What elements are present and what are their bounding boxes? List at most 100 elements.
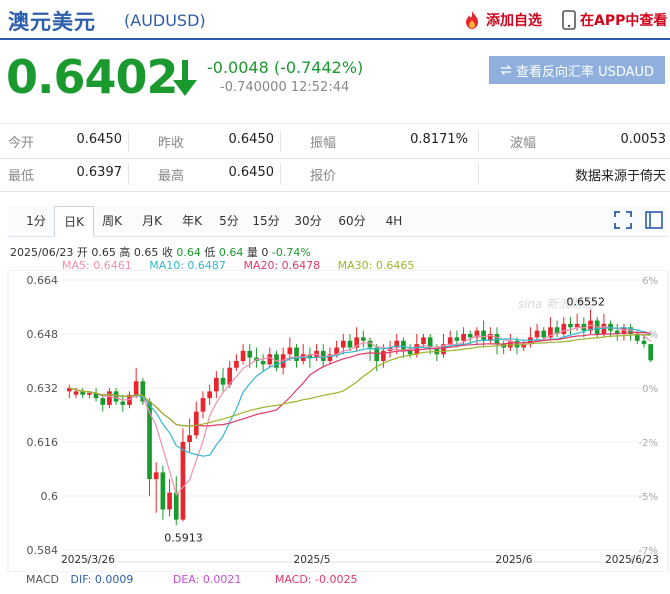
info-date: 2025/06/23 bbox=[10, 246, 74, 259]
tab-0[interactable]: 1分 bbox=[18, 206, 54, 236]
candle-body bbox=[287, 347, 293, 355]
y-tick-label: 0.648 bbox=[27, 328, 59, 341]
stat-label: 昨收 bbox=[158, 136, 185, 151]
header-divider bbox=[0, 38, 670, 40]
add-watchlist-button[interactable]: 添加自选 bbox=[462, 10, 542, 30]
info-open-label: 开 bbox=[76, 246, 88, 259]
stat-label: 今开 bbox=[8, 136, 35, 151]
macd-dea: DEA: 0.0021 bbox=[172, 573, 242, 586]
candle-body bbox=[561, 323, 567, 334]
add-watchlist-label: 添加自选 bbox=[486, 13, 542, 29]
settings-button[interactable] bbox=[644, 210, 664, 234]
candle-body bbox=[534, 330, 540, 338]
stat-separator bbox=[128, 130, 129, 152]
symbol-code: (AUDUSD) bbox=[124, 11, 206, 30]
stat-value: 0.6397 bbox=[76, 165, 123, 180]
candle-body bbox=[267, 354, 273, 365]
price-change: -0.0048 (-0.7442%) bbox=[207, 58, 364, 77]
fullscreen-icon bbox=[614, 211, 632, 229]
candle-body bbox=[220, 377, 226, 385]
candle-body bbox=[260, 361, 266, 365]
candle-body bbox=[120, 401, 126, 405]
price-sub-line: -0.740000 12:52:44 bbox=[220, 80, 350, 95]
y-right-tick-label: 0% bbox=[642, 384, 658, 395]
reverse-rate-button[interactable]: 查看反向汇率 USDAUD bbox=[489, 56, 665, 84]
candle-body bbox=[173, 492, 179, 520]
settings-panel-icon bbox=[645, 211, 663, 229]
candle-body bbox=[160, 472, 166, 510]
tab-3[interactable]: 月K bbox=[132, 206, 172, 236]
flame-icon bbox=[466, 11, 478, 29]
candle-body bbox=[207, 391, 212, 399]
y-tick-label: 0.6 bbox=[41, 490, 59, 503]
candle-body bbox=[648, 344, 653, 361]
candle-body bbox=[294, 347, 299, 361]
candle-body bbox=[447, 337, 453, 345]
candle-body bbox=[361, 337, 366, 341]
candle-body bbox=[541, 330, 547, 338]
info-percent: -0.74% bbox=[271, 246, 311, 259]
candle-body bbox=[180, 442, 186, 520]
stat-label: 最高 bbox=[158, 169, 185, 184]
tab-2[interactable]: 周K bbox=[92, 206, 132, 236]
candle-body bbox=[407, 350, 413, 355]
info-open: 0.65 bbox=[91, 246, 116, 259]
candlestick-chart[interactable]: 0.6640.6480.6320.6160.60.5846%2%0%-2%-5%… bbox=[0, 270, 670, 572]
open-in-app-label: 在APP中查看 bbox=[580, 13, 668, 29]
stat-value: 0.6450 bbox=[228, 165, 275, 180]
candle-body bbox=[87, 393, 92, 395]
macd-title: MACD bbox=[26, 573, 59, 586]
candle-body bbox=[187, 435, 192, 442]
tab-6[interactable]: 15分 bbox=[246, 206, 286, 236]
candle-body bbox=[641, 340, 647, 345]
y-tick-label: 0.584 bbox=[27, 544, 59, 557]
stat-value: 0.6450 bbox=[76, 132, 123, 147]
y-right-tick-label: -2% bbox=[639, 438, 658, 449]
tab-7[interactable]: 30分 bbox=[286, 206, 330, 236]
y-tick-label: 0.616 bbox=[27, 436, 59, 449]
y-tick-label: 0.632 bbox=[27, 382, 59, 395]
candle-body bbox=[461, 334, 466, 341]
y-right-tick-label: 6% bbox=[642, 276, 658, 287]
tab-4[interactable]: 年K bbox=[172, 206, 212, 236]
stats-row-1: 今开 0.6450 昨收 0.6450 振幅 0.8171% 波幅 0.0053 bbox=[0, 123, 670, 159]
phone-icon bbox=[562, 10, 576, 30]
candle-body bbox=[240, 350, 246, 361]
open-in-app-button[interactable]: 在APP中查看 bbox=[562, 10, 667, 30]
x-tick-label: 2025/3/26 bbox=[61, 554, 115, 566]
swap-icon bbox=[500, 65, 512, 75]
candle-body bbox=[167, 492, 172, 510]
tab-5[interactable]: 5分 bbox=[212, 206, 246, 236]
period-tabs: 1分 日K 周K 月K 年K 5分 15分 30分 60分 4H bbox=[8, 206, 668, 237]
stat-separator bbox=[478, 163, 479, 185]
candle-body bbox=[374, 347, 380, 361]
stats-row-2: 最低 0.6397 最高 0.6450 报价 数据来源于倚天 bbox=[0, 157, 670, 192]
candle-body bbox=[113, 391, 119, 402]
candle-body bbox=[107, 391, 112, 405]
candle-body bbox=[193, 411, 199, 436]
candle-body bbox=[454, 337, 460, 341]
stat-label: 报价 bbox=[310, 169, 337, 184]
candle-body bbox=[214, 377, 219, 392]
candle-body bbox=[200, 398, 206, 412]
candle-body bbox=[467, 334, 473, 338]
tab-9[interactable]: 4H bbox=[374, 206, 414, 236]
y-tick-label: 0.664 bbox=[27, 274, 59, 287]
tab-8[interactable]: 60分 bbox=[330, 206, 374, 236]
min-price-label: 0.5913 bbox=[164, 531, 203, 544]
stat-value: 0.8171% bbox=[410, 132, 468, 147]
y-right-tick-label: -5% bbox=[639, 492, 658, 503]
reverse-rate-label: 查看反向汇率 USDAUD bbox=[515, 64, 655, 80]
fullscreen-button[interactable] bbox=[614, 211, 632, 233]
candle-body bbox=[73, 391, 79, 395]
stat-value: 0.6450 bbox=[228, 132, 275, 147]
candle-body bbox=[340, 340, 346, 348]
tab-1[interactable]: 日K bbox=[54, 206, 94, 237]
info-close-label: 收 bbox=[161, 246, 173, 259]
candle-body bbox=[100, 398, 106, 405]
max-price-label: 0.6552 bbox=[567, 296, 606, 309]
candle-body bbox=[347, 340, 353, 348]
macd-value: MACD: -0.0025 bbox=[274, 573, 358, 586]
candle-body bbox=[234, 361, 239, 368]
candle-body bbox=[133, 381, 139, 395]
